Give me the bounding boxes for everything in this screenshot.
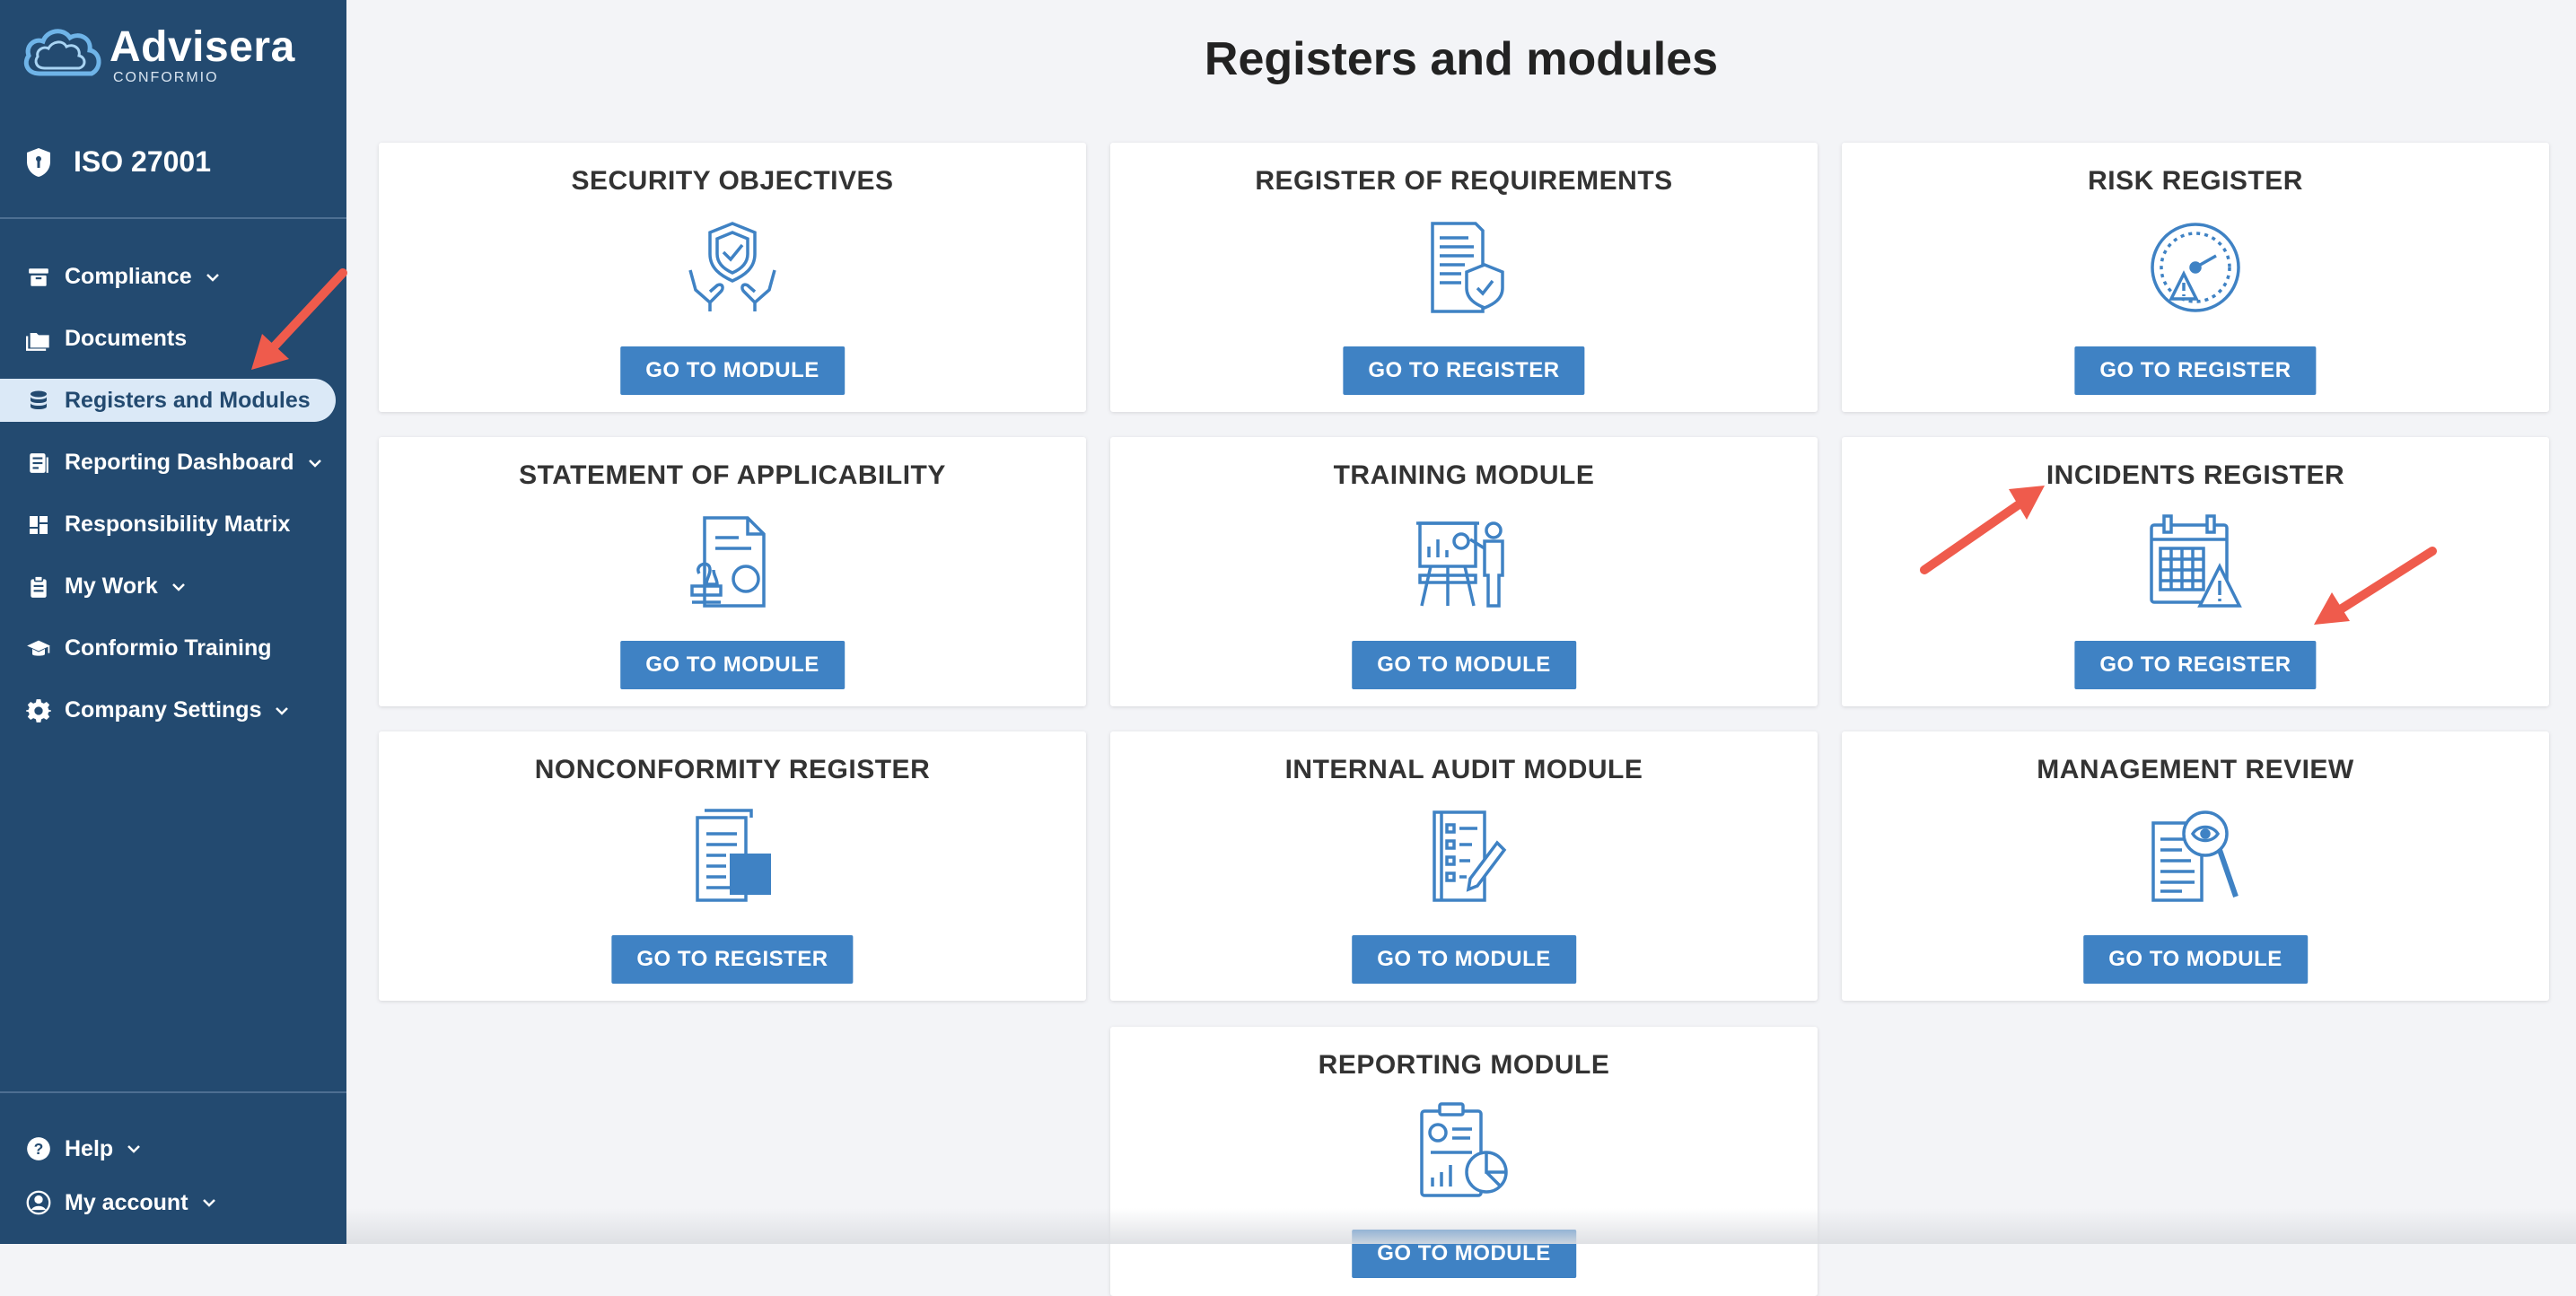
go-to-register-button[interactable]: GO TO REGISTER bbox=[611, 935, 854, 984]
go-to-register-button[interactable]: GO TO REGISTER bbox=[1343, 346, 1585, 395]
nav-label: Responsibility Matrix bbox=[65, 512, 291, 537]
go-to-register-button[interactable]: GO TO REGISTER bbox=[2074, 641, 2317, 689]
card-reporting-module: REPORTING MODULE GO TO MODULE bbox=[1110, 1027, 1818, 1296]
shield-icon bbox=[27, 147, 50, 177]
go-to-register-button[interactable]: GO TO REGISTER bbox=[2074, 346, 2317, 395]
chevron-down-icon bbox=[308, 459, 321, 468]
card-register-of-requirements: REGISTER OF REQUIREMENTS GO TO REGISTER bbox=[1110, 143, 1818, 412]
nav-label: Documents bbox=[65, 326, 188, 351]
risk-gauge-icon bbox=[2151, 223, 2240, 312]
annotation-arrow-icon bbox=[251, 268, 347, 370]
annotation-arrow-icon bbox=[2314, 547, 2437, 625]
chevron-down-icon bbox=[171, 582, 185, 591]
nav-item-my-account[interactable]: My account bbox=[0, 1176, 346, 1230]
grid-icon bbox=[25, 512, 52, 539]
chevron-down-icon bbox=[206, 273, 219, 282]
card-risk-register: RISK REGISTER GO TO REGISTER bbox=[1842, 143, 2549, 412]
card-management-review: MANAGEMENT REVIEW GO TO MODULE bbox=[1842, 731, 2549, 1001]
card-statement-of-applicability: STATEMENT OF APPLICABILITY GO TO MODULE bbox=[379, 437, 1086, 706]
card-title: SECURITY OBJECTIVES bbox=[571, 166, 894, 196]
archive-icon bbox=[25, 264, 52, 291]
gear-icon bbox=[25, 697, 52, 724]
nav-label: Company Settings bbox=[65, 697, 262, 722]
nav-label: Registers and Modules bbox=[65, 387, 311, 413]
brand-sub: CONFORMIO bbox=[113, 70, 219, 85]
report-chart-icon bbox=[1420, 1102, 1508, 1197]
clipboard-icon bbox=[25, 574, 52, 600]
card-security-objectives: SECURITY OBJECTIVES GO TO MODULE bbox=[379, 143, 1086, 412]
product-selector[interactable]: ISO 27001 bbox=[25, 145, 211, 179]
annotation-arrow-icon bbox=[1920, 486, 2045, 574]
card-title: INTERNAL AUDIT MODULE bbox=[1284, 755, 1643, 784]
card-title: TRAINING MODULE bbox=[1333, 460, 1595, 490]
chevron-down-icon bbox=[202, 1199, 215, 1207]
sidebar: Advisera CONFORMIO ISO 27001 Compliance … bbox=[0, 0, 346, 1244]
svg-text:?: ? bbox=[34, 1140, 44, 1158]
nav-label: My account bbox=[65, 1189, 188, 1215]
card-internal-audit-module: INTERNAL AUDIT MODULE GO TO MODULE bbox=[1110, 731, 1818, 1001]
document-shield-icon bbox=[1431, 222, 1504, 313]
presentation-icon bbox=[1416, 521, 1504, 608]
document-square-icon bbox=[696, 809, 771, 902]
card-title: NONCONFORMITY REGISTER bbox=[534, 755, 931, 784]
nav-item-my-work[interactable]: My Work bbox=[0, 556, 346, 617]
nav-item-reporting-dashboard[interactable]: Reporting Dashboard bbox=[0, 432, 346, 494]
nav-item-responsibility-matrix[interactable]: Responsibility Matrix bbox=[0, 494, 346, 556]
bottom-fade bbox=[346, 1208, 2576, 1244]
page-title: Registers and modules bbox=[1204, 33, 1719, 85]
go-to-module-button[interactable]: GO TO MODULE bbox=[2083, 935, 2308, 984]
nav-label: Compliance bbox=[65, 264, 192, 289]
card-title: MANAGEMENT REVIEW bbox=[2037, 755, 2354, 784]
database-icon bbox=[25, 387, 52, 414]
nav-item-registers-and-modules[interactable]: Registers and Modules bbox=[0, 379, 336, 422]
document-stamp-icon bbox=[690, 516, 766, 608]
calendar-warning-icon bbox=[2150, 514, 2242, 608]
brand-name: Advisera bbox=[110, 23, 295, 71]
checklist-pen-icon bbox=[1433, 810, 1507, 902]
chevron-down-icon bbox=[127, 1145, 141, 1153]
nav-label: Conformio Training bbox=[65, 635, 272, 661]
card-title: REGISTER OF REQUIREMENTS bbox=[1255, 166, 1673, 196]
nav-item-conformio-training[interactable]: Conformio Training bbox=[0, 617, 346, 679]
nav-item-help[interactable]: ? Help bbox=[0, 1122, 346, 1176]
cloud-logo-icon bbox=[23, 29, 101, 76]
graduation-cap-icon bbox=[25, 635, 52, 662]
document-magnifier-icon bbox=[2151, 810, 2239, 902]
card-title: STATEMENT OF APPLICABILITY bbox=[519, 460, 946, 490]
divider bbox=[0, 217, 346, 219]
go-to-module-button[interactable]: GO TO MODULE bbox=[620, 346, 845, 395]
user-icon bbox=[25, 1189, 52, 1216]
brand-logo[interactable]: Advisera CONFORMIO bbox=[22, 23, 295, 88]
go-to-module-button[interactable]: GO TO MODULE bbox=[620, 641, 845, 689]
go-to-module-button[interactable]: GO TO MODULE bbox=[1352, 935, 1576, 984]
go-to-module-button[interactable]: GO TO MODULE bbox=[1352, 641, 1576, 689]
nav-label: Reporting Dashboard bbox=[65, 450, 294, 475]
shield-hands-icon bbox=[688, 222, 776, 311]
card-title: RISK REGISTER bbox=[2088, 166, 2303, 196]
folder-icon bbox=[25, 326, 52, 353]
card-training-module: TRAINING MODULE GO TO MODULE bbox=[1110, 437, 1818, 706]
nav-item-company-settings[interactable]: Company Settings bbox=[0, 679, 346, 741]
report-icon bbox=[25, 450, 52, 477]
card-nonconformity-register: NONCONFORMITY REGISTER GO TO REGISTER bbox=[379, 731, 1086, 1001]
help-icon: ? bbox=[25, 1135, 52, 1162]
card-title: REPORTING MODULE bbox=[1318, 1050, 1610, 1080]
bottom-nav: ? Help My account bbox=[0, 1122, 346, 1230]
nav-label: My Work bbox=[65, 574, 158, 599]
product-name: ISO 27001 bbox=[74, 145, 211, 178]
nav-label: Help bbox=[65, 1135, 114, 1161]
chevron-down-icon bbox=[276, 706, 289, 715]
divider bbox=[0, 1091, 346, 1093]
